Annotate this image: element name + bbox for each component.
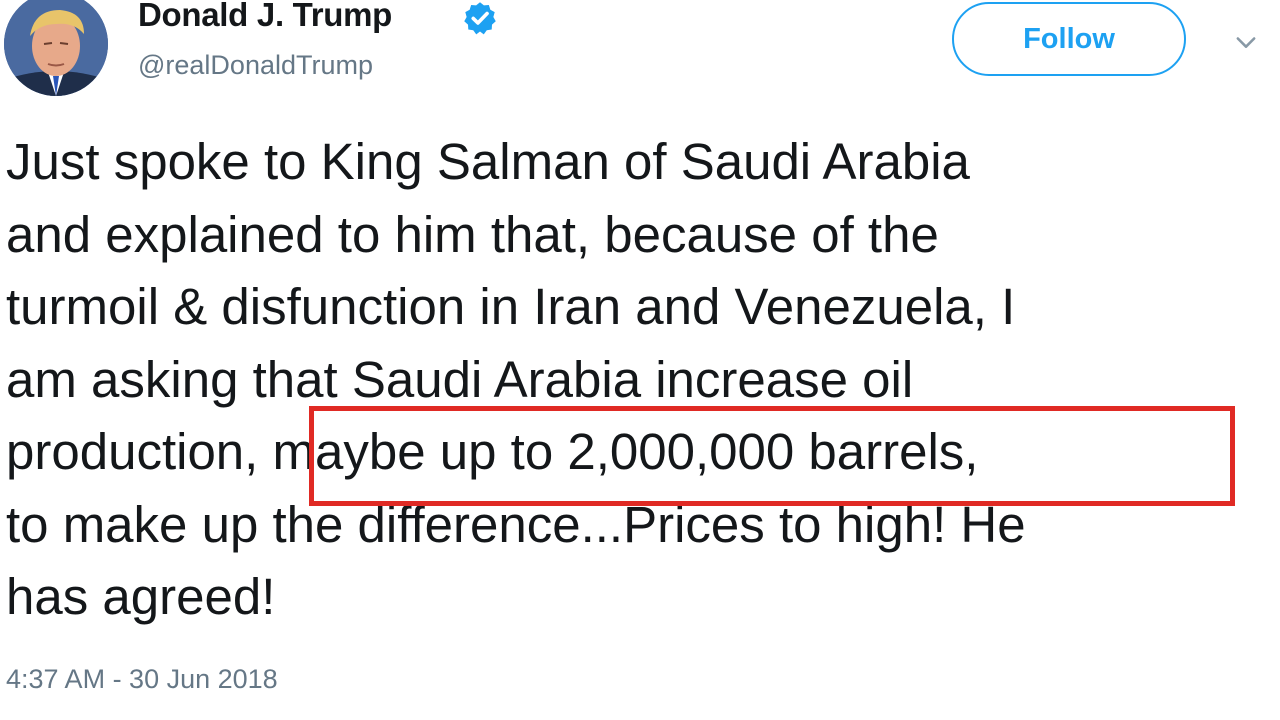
chevron-down-icon[interactable] <box>1232 28 1260 56</box>
display-name[interactable]: Donald J. Trump <box>138 0 392 34</box>
highlight-box <box>309 406 1235 506</box>
tweet-line: Just spoke to King Salman of Saudi Arabi… <box>6 133 970 190</box>
tweet-card: Donald J. Trump @realDonaldTrump Follow … <box>0 0 1280 720</box>
tweet-timestamp[interactable]: 4:37 AM - 30 Jun 2018 <box>6 664 278 695</box>
user-handle[interactable]: @realDonaldTrump <box>138 50 373 81</box>
tweet-text: Just spoke to King Salman of Saudi Arabi… <box>6 126 1276 634</box>
avatar-photo-icon <box>4 0 108 96</box>
avatar[interactable] <box>4 0 108 96</box>
tweet-line: and explained to him that, because of th… <box>6 205 939 263</box>
verified-badge-icon <box>464 2 496 35</box>
follow-button[interactable]: Follow <box>952 2 1186 76</box>
tweet-line: turmoil & disfunction in Iran and Venezu… <box>6 278 1016 335</box>
tweet-line: has agreed! <box>6 568 276 625</box>
